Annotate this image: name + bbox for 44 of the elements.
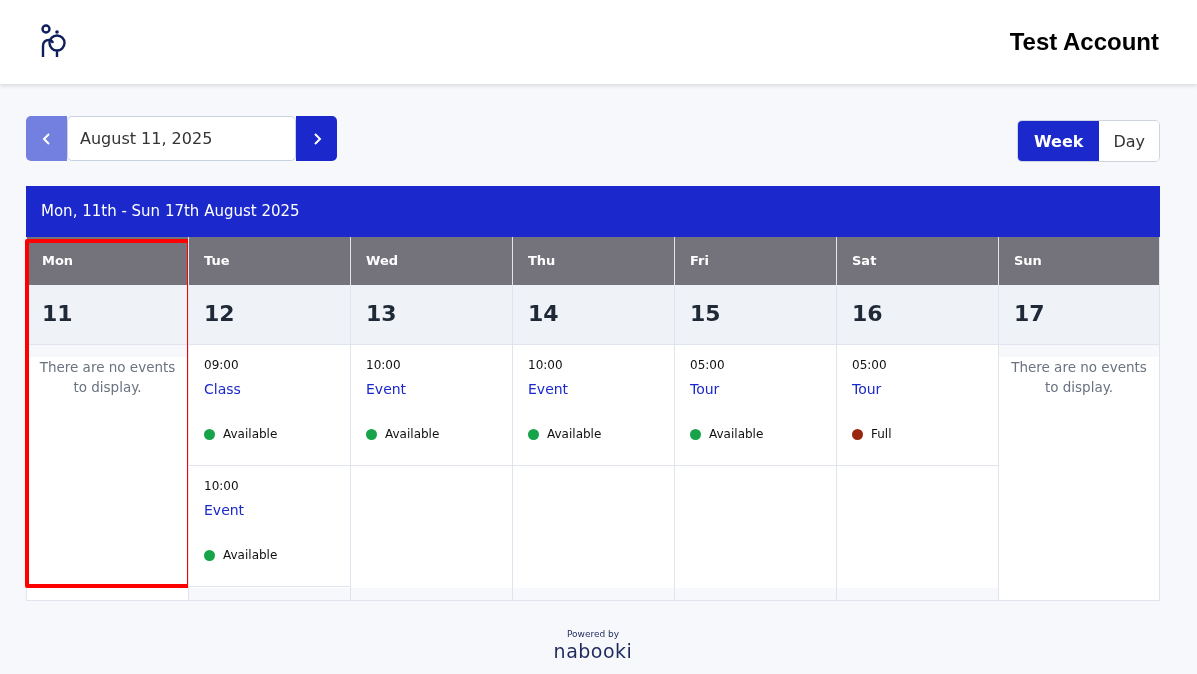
day-name: Tue	[189, 237, 350, 285]
day-number: 16	[837, 285, 998, 345]
status-label: Available	[223, 427, 278, 441]
day-name: Sat	[837, 237, 998, 285]
event-time: 05:00	[690, 358, 725, 372]
chevron-left-icon	[41, 131, 52, 146]
event-time: 09:00	[204, 358, 239, 372]
day-name: Fri	[675, 237, 836, 285]
account-name: Test Account	[1009, 28, 1159, 56]
day-name: Thu	[513, 237, 674, 285]
brand-logo: nabooki	[553, 640, 633, 662]
event-time: 10:00	[204, 479, 239, 493]
view-tab[interactable]: Day	[1099, 121, 1159, 161]
status-label: Available	[385, 427, 440, 441]
status-label: Available	[547, 427, 602, 441]
day-number: 11	[27, 285, 188, 345]
logo-icon	[40, 24, 68, 58]
event-link[interactable]: Class	[204, 381, 241, 397]
view-tab[interactable]: Week	[1018, 121, 1100, 161]
day-number: 15	[675, 285, 836, 345]
event-time: 10:00	[528, 358, 563, 372]
chevron-right-icon	[311, 131, 322, 146]
day-number: 12	[189, 285, 350, 345]
event-link[interactable]: Event	[528, 381, 569, 397]
event-link[interactable]: Tour	[690, 381, 720, 397]
next-button[interactable]	[296, 116, 337, 161]
status-label: Available	[709, 427, 764, 441]
event-link[interactable]: Tour	[852, 381, 882, 397]
status-label: Full	[871, 427, 892, 441]
event-time: 05:00	[852, 358, 887, 372]
no-events-message: There are no events to display.	[1010, 358, 1148, 397]
event-link[interactable]: Event	[366, 381, 407, 397]
day-number: 14	[513, 285, 674, 345]
date-field[interactable]: August 11, 2025	[67, 116, 296, 161]
day-name: Wed	[351, 237, 512, 285]
week-title: Mon, 11th - Sun 17th August 2025	[26, 186, 1160, 237]
powered-by-label: Powered by	[566, 629, 620, 639]
event-time: 10:00	[366, 358, 401, 372]
day-name: Sun	[999, 237, 1159, 285]
event-link[interactable]: Event	[204, 502, 245, 518]
day-number: 13	[351, 285, 512, 345]
day-number: 17	[999, 285, 1159, 345]
no-events-message: There are no events to display.	[38, 358, 177, 397]
status-label: Available	[223, 548, 278, 562]
